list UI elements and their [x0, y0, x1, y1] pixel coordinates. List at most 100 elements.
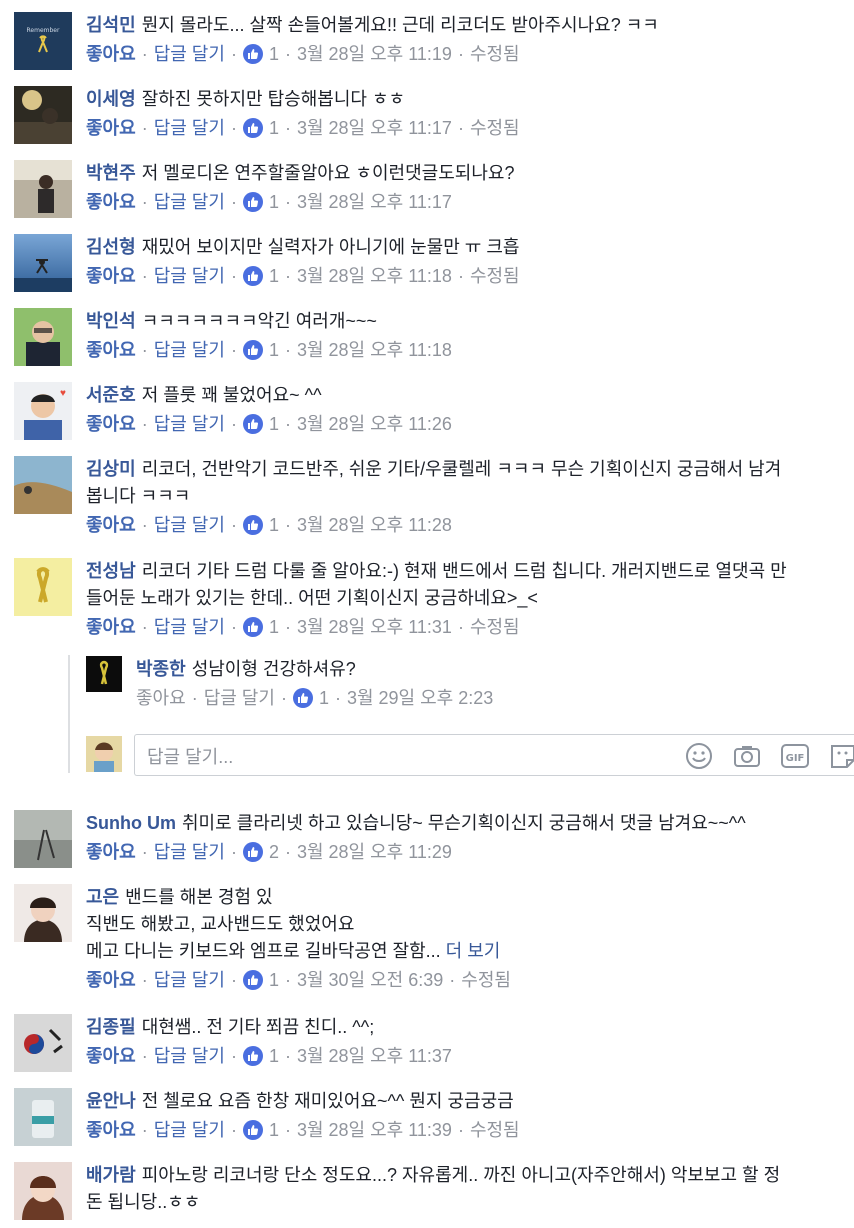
- comment-timestamp[interactable]: 3월 28일 오후 11:37: [297, 1043, 452, 1069]
- camera-icon[interactable]: [732, 741, 762, 771]
- edited-label[interactable]: 수정됨: [470, 263, 520, 289]
- like-reaction-icon[interactable]: [242, 192, 263, 212]
- comment-timestamp[interactable]: 3월 28일 오후 11:19: [297, 41, 452, 67]
- comment-author[interactable]: 김석민: [86, 15, 136, 35]
- see-more-link[interactable]: 더 보기: [446, 941, 501, 961]
- avatar[interactable]: [14, 160, 72, 218]
- comment-timestamp[interactable]: 3월 28일 오후 11:17: [297, 115, 452, 141]
- like-button[interactable]: 좋아요: [86, 1117, 136, 1143]
- reply-button[interactable]: 답글 달기: [154, 411, 225, 437]
- like-reaction-icon[interactable]: [242, 1046, 263, 1066]
- reaction-count[interactable]: 1: [269, 189, 279, 215]
- comment-timestamp[interactable]: 3월 28일 오후 11:17: [297, 189, 452, 215]
- like-reaction-icon[interactable]: [242, 970, 263, 990]
- reaction-count[interactable]: 1: [269, 1117, 279, 1143]
- comment-author[interactable]: 배가람: [86, 1165, 136, 1185]
- edited-label[interactable]: 수정됨: [461, 967, 511, 993]
- avatar[interactable]: [14, 456, 72, 514]
- avatar[interactable]: [14, 308, 72, 366]
- like-button[interactable]: 좋아요: [86, 1043, 136, 1069]
- avatar[interactable]: [14, 1162, 72, 1220]
- like-button[interactable]: 좋아요: [86, 115, 136, 141]
- reaction-count[interactable]: 2: [269, 839, 279, 865]
- reply-button[interactable]: 답글 달기: [204, 685, 275, 711]
- comment-author[interactable]: 박종한: [136, 659, 186, 679]
- reply-button[interactable]: 답글 달기: [154, 839, 225, 865]
- comment-timestamp[interactable]: 3월 28일 오후 11:18: [297, 263, 452, 289]
- like-reaction-icon[interactable]: [242, 414, 263, 434]
- like-button[interactable]: 좋아요: [86, 411, 136, 437]
- reaction-count[interactable]: 1: [269, 512, 279, 538]
- like-reaction-icon[interactable]: [242, 340, 263, 360]
- reaction-count[interactable]: 1: [269, 337, 279, 363]
- comment-author[interactable]: 김상미: [86, 459, 136, 479]
- reaction-count[interactable]: 1: [319, 685, 329, 711]
- like-reaction-icon[interactable]: [292, 688, 313, 708]
- comment-author[interactable]: 이세영: [86, 89, 136, 109]
- comment-author[interactable]: Sunho Um: [86, 813, 176, 833]
- like-reaction-icon[interactable]: [242, 617, 263, 637]
- like-reaction-icon[interactable]: [242, 515, 263, 535]
- reaction-count[interactable]: 1: [269, 115, 279, 141]
- reply-input[interactable]: 답글 달기... GIF: [134, 734, 854, 776]
- avatar[interactable]: [14, 1014, 72, 1072]
- like-button[interactable]: 좋아요: [136, 685, 186, 711]
- reply-button[interactable]: 답글 달기: [154, 512, 225, 538]
- like-reaction-icon[interactable]: [242, 118, 263, 138]
- like-reaction-icon[interactable]: [242, 44, 263, 64]
- comment-timestamp[interactable]: 3월 29일 오후 2:23: [347, 685, 493, 711]
- comment-timestamp[interactable]: 3월 28일 오후 11:39: [297, 1117, 452, 1143]
- avatar[interactable]: ♥: [14, 382, 72, 440]
- avatar[interactable]: Remember: [14, 12, 72, 70]
- comment-author[interactable]: 전성남: [86, 561, 136, 581]
- comment-timestamp[interactable]: 3월 28일 오후 11:31: [297, 614, 452, 640]
- avatar[interactable]: [14, 884, 72, 942]
- comment-author[interactable]: 김종필: [86, 1017, 136, 1037]
- avatar[interactable]: [14, 234, 72, 292]
- reply-button[interactable]: 답글 달기: [154, 967, 225, 993]
- reaction-count[interactable]: 1: [269, 967, 279, 993]
- reaction-count[interactable]: 1: [269, 614, 279, 640]
- like-button[interactable]: 좋아요: [86, 614, 136, 640]
- avatar[interactable]: [14, 810, 72, 868]
- comment-timestamp[interactable]: 3월 28일 오후 11:26: [297, 411, 452, 437]
- sticker-icon[interactable]: [828, 741, 854, 771]
- like-button[interactable]: 좋아요: [86, 967, 136, 993]
- avatar[interactable]: [14, 86, 72, 144]
- avatar[interactable]: [14, 1088, 72, 1146]
- comment-timestamp[interactable]: 3월 28일 오후 11:18: [297, 337, 452, 363]
- like-button[interactable]: 좋아요: [86, 337, 136, 363]
- edited-label[interactable]: 수정됨: [470, 614, 520, 640]
- like-reaction-icon[interactable]: [242, 266, 263, 286]
- like-button[interactable]: 좋아요: [86, 839, 136, 865]
- like-reaction-icon[interactable]: [242, 842, 263, 862]
- like-button[interactable]: 좋아요: [86, 512, 136, 538]
- reply-button[interactable]: 답글 달기: [154, 189, 225, 215]
- smiley-icon[interactable]: [684, 741, 714, 771]
- reaction-count[interactable]: 1: [269, 411, 279, 437]
- avatar[interactable]: [86, 656, 122, 692]
- reaction-count[interactable]: 1: [269, 1043, 279, 1069]
- comment-author[interactable]: 김선형: [86, 237, 136, 257]
- comment-timestamp[interactable]: 3월 28일 오후 11:29: [297, 839, 452, 865]
- gif-icon[interactable]: GIF: [780, 741, 810, 771]
- reply-button[interactable]: 답글 달기: [154, 337, 225, 363]
- avatar[interactable]: [14, 558, 72, 616]
- like-button[interactable]: 좋아요: [86, 41, 136, 67]
- edited-label[interactable]: 수정됨: [470, 115, 520, 141]
- reply-button[interactable]: 답글 달기: [154, 614, 225, 640]
- reply-button[interactable]: 답글 달기: [154, 115, 225, 141]
- edited-label[interactable]: 수정됨: [470, 41, 520, 67]
- like-reaction-icon[interactable]: [242, 1120, 263, 1140]
- reply-button[interactable]: 답글 달기: [154, 1043, 225, 1069]
- reaction-count[interactable]: 1: [269, 263, 279, 289]
- comment-author[interactable]: 서준호: [86, 385, 136, 405]
- comment-author[interactable]: 고은: [86, 887, 119, 907]
- comment-timestamp[interactable]: 3월 28일 오후 11:28: [297, 512, 452, 538]
- comment-author[interactable]: 박현주: [86, 163, 136, 183]
- reaction-count[interactable]: 1: [269, 41, 279, 67]
- reply-button[interactable]: 답글 달기: [154, 41, 225, 67]
- edited-label[interactable]: 수정됨: [470, 1117, 520, 1143]
- reply-button[interactable]: 답글 달기: [154, 263, 225, 289]
- like-button[interactable]: 좋아요: [86, 189, 136, 215]
